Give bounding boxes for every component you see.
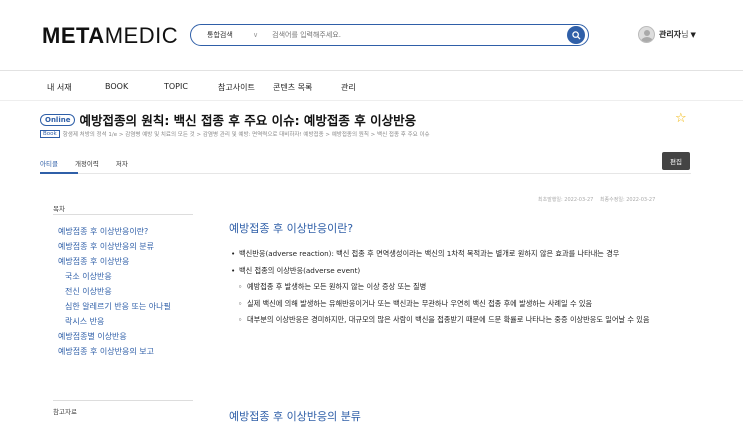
article-body: 백신반응(adverse reaction): 백신 접종 후 면역생성이라는 … — [229, 246, 684, 329]
toc-subitem[interactable]: 락시스 반응 — [58, 314, 171, 329]
toc-item[interactable]: 예방접종 후 이상반응 — [58, 254, 171, 269]
toc-item[interactable]: 예방접종 후 이상반응의 분류 — [58, 239, 171, 254]
tab-authors[interactable]: 저자 — [116, 158, 128, 168]
user-name: 관리자 — [659, 30, 682, 39]
header-divider — [0, 70, 743, 71]
toc-item[interactable]: 예방접종 후 이상반응이란? — [58, 224, 171, 239]
toc-subitem[interactable]: 전신 이상반응 — [58, 284, 171, 299]
article-tabs: 아티클 개정이력 저자 — [40, 158, 145, 168]
toc-item[interactable]: 예방접종 후 이상반응의 보고 — [58, 344, 171, 359]
tab-divider — [40, 173, 691, 174]
sub-bullet-item: 예방접종 후 발생하는 모든 원하지 않는 이상 증상 또는 질병 — [229, 279, 684, 296]
modified-date: 최종수정일: 2022-03-27 — [599, 197, 656, 203]
breadcrumb-path[interactable]: 항생제 처방의 정석 1/e > 감염병 예방 및 치료의 모든 것 > 감염병… — [63, 130, 430, 138]
nav-content-list[interactable]: 콘텐츠 목록 — [273, 82, 312, 93]
search-icon — [571, 30, 581, 40]
star-icon[interactable]: ☆ — [675, 111, 687, 126]
sub-bullet-item: 실제 백신에 의해 발생하는 유해반응이거나 또는 백신과는 무관하나 우연히 … — [229, 296, 684, 313]
nav-my-library[interactable]: 내 서재 — [47, 82, 72, 93]
search-bar: 통합검색 ∨ — [190, 24, 589, 46]
nav-divider — [0, 100, 743, 101]
toc-item[interactable]: 예방접종별 이상반응 — [58, 329, 171, 344]
section-heading: 예방접종 후 이상반응이란? — [229, 222, 354, 235]
section-heading: 예방접종 후 이상반응의 분류 — [229, 410, 361, 423]
online-badge: Online — [40, 113, 76, 126]
active-tab-indicator — [40, 172, 78, 174]
page-title: 예방접종의 원칙: 백신 접종 후 주요 이슈: 예방접종 후 이상반응 — [79, 113, 417, 128]
chevron-down-icon[interactable]: ∨ — [253, 31, 258, 39]
table-of-contents: 예방접종 후 이상반응이란? 예방접종 후 이상반응의 분류 예방접종 후 이상… — [58, 224, 171, 359]
publish-dates: 최초발행일: 2022-03-27 최종수정일: 2022-03-27 — [538, 196, 660, 203]
sub-bullet-item: 대부분의 이상반응은 경미하지만, 대규모의 많은 사람이 백신을 접종받기 때… — [229, 312, 684, 329]
bullet-item: 백신 접종의 이상반응(adverse event) — [229, 263, 684, 280]
logo[interactable]: METAMEDIC — [42, 23, 178, 49]
reference-divider — [53, 400, 193, 401]
search-button[interactable] — [567, 26, 585, 44]
created-date: 최초발행일: 2022-03-27 — [538, 197, 594, 203]
tab-revision-history[interactable]: 개정이력 — [75, 158, 99, 168]
reference-heading: 참고자료 — [53, 408, 77, 416]
user-caret-icon: ▼ — [690, 30, 696, 39]
toc-subitem[interactable]: 심한 알레르기 반응 또는 아나필 — [58, 299, 171, 314]
nav-reference-sites[interactable]: 참고사이트 — [218, 82, 255, 93]
user-menu[interactable]: 관리자 님 ▼ — [638, 26, 696, 43]
edit-button[interactable]: 편집 — [662, 152, 690, 170]
nav-book[interactable]: BOOK — [105, 82, 128, 91]
toc-divider — [53, 214, 193, 215]
search-scope-select[interactable]: 통합검색 — [207, 30, 247, 40]
nav-admin[interactable]: 관리 — [341, 82, 356, 93]
toc-heading: 목차 — [53, 205, 65, 213]
title-row: Online 예방접종의 원칙: 백신 접종 후 주요 이슈: 예방접종 후 이… — [40, 110, 416, 129]
avatar-icon — [638, 26, 655, 43]
book-badge: Book — [40, 130, 60, 138]
nav-topic[interactable]: TOPIC — [164, 82, 188, 91]
user-suffix: 님 — [681, 30, 689, 39]
tab-article[interactable]: 아티클 — [40, 158, 58, 168]
search-input[interactable] — [272, 31, 523, 39]
toc-subitem[interactable]: 국소 이상반응 — [58, 269, 171, 284]
bullet-item: 백신반응(adverse reaction): 백신 접종 후 면역생성이라는 … — [229, 246, 684, 263]
breadcrumb: Book 항생제 처방의 정석 1/e > 감염병 예방 및 치료의 모든 것 … — [40, 130, 430, 138]
